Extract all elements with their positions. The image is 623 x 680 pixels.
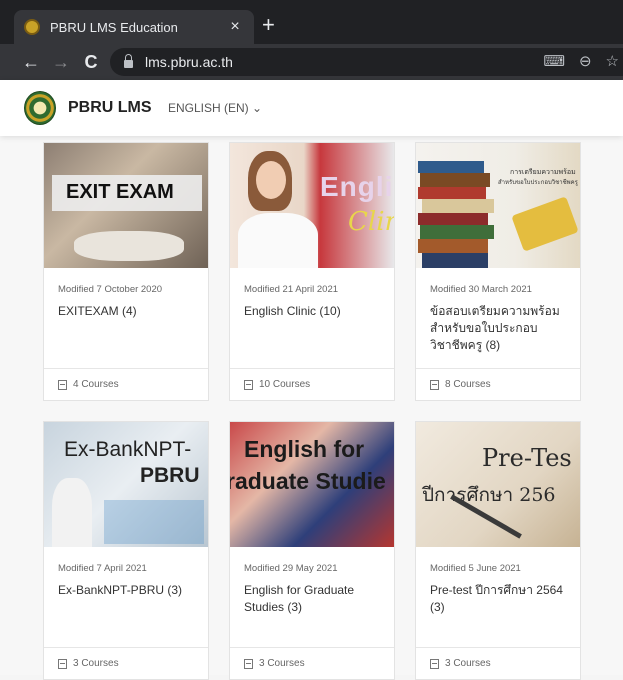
category-card[interactable]: การเตรียมความพร้อม สำหรับขอใบประกอบวิชาช… bbox=[415, 142, 581, 401]
category-card[interactable]: Pre-Tes ปีการศึกษา 256 Modified 5 June 2… bbox=[415, 421, 581, 680]
thumb-text: Pre-Tes bbox=[482, 444, 572, 472]
close-tab-icon[interactable]: × bbox=[226, 18, 244, 36]
modified-date: Modified 5 June 2021 bbox=[430, 563, 521, 574]
modified-date: Modified 29 May 2021 bbox=[244, 563, 338, 574]
thumb-hands bbox=[74, 231, 184, 261]
lock-icon bbox=[124, 54, 133, 68]
category-name[interactable]: Pre-test ปีการศึกษา 2564 (3) bbox=[430, 582, 566, 616]
forward-icon[interactable]: → bbox=[46, 52, 76, 73]
course-count: 10 Courses bbox=[230, 368, 394, 400]
thumb-text: English for bbox=[244, 436, 365, 462]
course-count: 4 Courses bbox=[44, 368, 208, 400]
zoom-icon[interactable]: ⊖ bbox=[579, 52, 592, 70]
url-bar[interactable]: lms.pbru.ac.th ⌨ ⊖ ☆ bbox=[110, 48, 623, 76]
course-count: 3 Courses bbox=[230, 647, 394, 679]
modified-date: Modified 21 April 2021 bbox=[244, 284, 339, 295]
course-count: 3 Courses bbox=[416, 647, 580, 679]
course-count-text: 10 Courses bbox=[259, 379, 311, 390]
category-name[interactable]: Ex-BankNPT-PBRU (3) bbox=[58, 582, 194, 599]
category-thumbnail[interactable]: Pre-Tes ปีการศึกษา 256 bbox=[416, 422, 580, 547]
book-stack bbox=[418, 161, 484, 173]
new-tab-button[interactable]: + bbox=[262, 14, 275, 36]
course-count-text: 8 Courses bbox=[445, 379, 491, 390]
thumb-doctor bbox=[52, 478, 92, 547]
site-header: PBRU LMS ENGLISH (EN) ⌄ bbox=[0, 80, 623, 136]
category-name[interactable]: English Clinic (10) bbox=[244, 303, 380, 320]
book-icon bbox=[430, 379, 439, 390]
course-count: 8 Courses bbox=[416, 368, 580, 400]
reload-icon[interactable]: C bbox=[76, 52, 106, 73]
tab-title: PBRU LMS Education bbox=[50, 19, 178, 35]
browser-tab[interactable]: PBRU LMS Education × bbox=[14, 10, 254, 44]
thumb-text-2: ปีการศึกษา 256 bbox=[422, 484, 556, 506]
url-text: lms.pbru.ac.th bbox=[145, 54, 233, 70]
page-content: PBRU LMS ENGLISH (EN) ⌄ EXIT EXAM Modifi… bbox=[0, 80, 623, 680]
language-selector[interactable]: ENGLISH (EN) ⌄ bbox=[168, 101, 262, 115]
course-count: 3 Courses bbox=[44, 647, 208, 679]
back-icon[interactable]: ← bbox=[16, 52, 46, 73]
category-card[interactable]: English for raduate Studie Modified 29 M… bbox=[229, 421, 395, 680]
browser-tab-bar: PBRU LMS Education × + bbox=[0, 0, 623, 44]
book-icon bbox=[244, 379, 253, 390]
category-name[interactable]: English for Graduate Studies (3) bbox=[244, 582, 380, 616]
thumb-text: EXIT EXAM bbox=[66, 181, 174, 203]
modified-date: Modified 30 March 2021 bbox=[430, 284, 532, 295]
modified-date: Modified 7 April 2021 bbox=[58, 563, 147, 574]
translate-icon[interactable]: ⌨ bbox=[543, 52, 565, 70]
book-icon bbox=[430, 658, 439, 669]
book-icon bbox=[58, 379, 67, 390]
pbru-logo[interactable] bbox=[24, 91, 56, 125]
course-count-text: 3 Courses bbox=[445, 658, 491, 669]
thumb-text-2: สำหรับขอใบประกอบวิชาชีพครู bbox=[498, 180, 578, 186]
thumb-text-2: Clin bbox=[348, 207, 394, 237]
category-card[interactable]: Ex-BankNPT- PBRU Modified 7 April 2021 E… bbox=[43, 421, 209, 680]
bookmark-star-icon[interactable]: ☆ bbox=[606, 52, 619, 70]
address-bar-row: ← → C lms.pbru.ac.th ⌨ ⊖ ☆ bbox=[0, 44, 623, 80]
course-count-text: 4 Courses bbox=[73, 379, 119, 390]
thumb-person-face bbox=[256, 161, 286, 199]
site-brand[interactable]: PBRU LMS bbox=[68, 99, 152, 117]
category-thumbnail[interactable]: การเตรียมความพร้อม สำหรับขอใบประกอบวิชาช… bbox=[416, 143, 580, 268]
category-thumbnail[interactable]: EXIT EXAM bbox=[44, 143, 208, 268]
course-count-text: 3 Courses bbox=[259, 658, 305, 669]
course-count-text: 3 Courses bbox=[73, 658, 119, 669]
thumb-person-body bbox=[238, 213, 318, 268]
thumb-tag bbox=[511, 196, 579, 252]
category-thumbnail[interactable]: English for raduate Studie bbox=[230, 422, 394, 547]
thumb-text: Ex-BankNPT- bbox=[64, 438, 192, 461]
favicon-icon bbox=[24, 19, 40, 35]
book-icon bbox=[244, 658, 253, 669]
thumb-screen bbox=[104, 500, 204, 544]
category-thumbnail[interactable]: Englis Clin bbox=[230, 143, 394, 268]
category-card[interactable]: Englis Clin Modified 21 April 2021 Engli… bbox=[229, 142, 395, 401]
thumb-text-2: PBRU bbox=[140, 464, 200, 487]
thumb-text: Englis bbox=[320, 171, 394, 202]
category-name[interactable]: ข้อสอบเตรียมความพร้อม สำหรับขอใบประกอบวิ… bbox=[430, 303, 566, 354]
category-thumbnail[interactable]: Ex-BankNPT- PBRU bbox=[44, 422, 208, 547]
category-name[interactable]: EXITEXAM (4) bbox=[58, 303, 194, 320]
book-icon bbox=[58, 658, 67, 669]
category-card[interactable]: EXIT EXAM Modified 7 October 2020 EXITEX… bbox=[43, 142, 209, 401]
thumb-text-2: raduate Studie bbox=[230, 468, 386, 494]
modified-date: Modified 7 October 2020 bbox=[58, 284, 163, 295]
